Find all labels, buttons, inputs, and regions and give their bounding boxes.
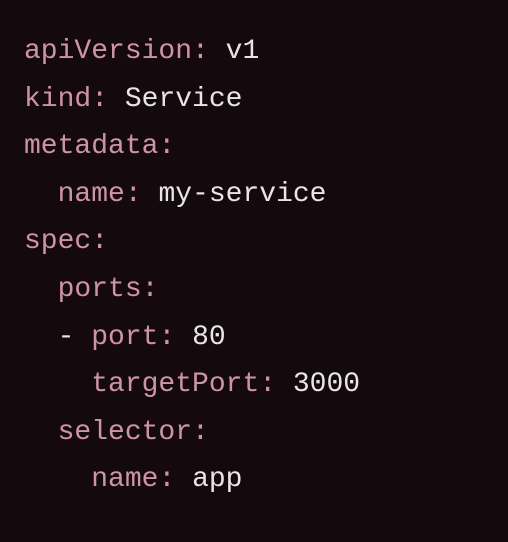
yaml-code-block: apiVersion: v1 kind: Service metadata: n…: [0, 0, 508, 532]
value-apiversion: v1: [226, 36, 260, 67]
line-targetport: targetPort: 3000: [24, 369, 360, 400]
line-metadata-name: name: my-service: [24, 179, 326, 210]
dash-icon: -: [58, 322, 75, 353]
key-apiversion: apiVersion: [24, 36, 192, 67]
line-kind: kind: Service: [24, 84, 242, 115]
key-ports: ports: [58, 274, 142, 305]
value-targetport: 3000: [293, 369, 360, 400]
key-targetport: targetPort: [91, 369, 259, 400]
key-metadata: metadata: [24, 131, 158, 162]
line-port: - port: 80: [24, 322, 226, 353]
line-apiversion: apiVersion: v1: [24, 36, 259, 67]
key-selector-name: name: [91, 464, 158, 495]
key-metadata-name: name: [58, 179, 125, 210]
key-kind: kind: [24, 84, 91, 115]
line-metadata: metadata:: [24, 131, 175, 162]
key-selector: selector: [58, 417, 192, 448]
line-ports: ports:: [24, 274, 158, 305]
value-port: 80: [192, 322, 226, 353]
key-spec: spec: [24, 226, 91, 257]
value-selector-name: app: [192, 464, 242, 495]
line-selector: selector:: [24, 417, 209, 448]
line-selector-name: name: app: [24, 464, 242, 495]
key-port: port: [91, 322, 158, 353]
line-spec: spec:: [24, 226, 108, 257]
value-kind: Service: [125, 84, 243, 115]
value-metadata-name: my-service: [158, 179, 326, 210]
